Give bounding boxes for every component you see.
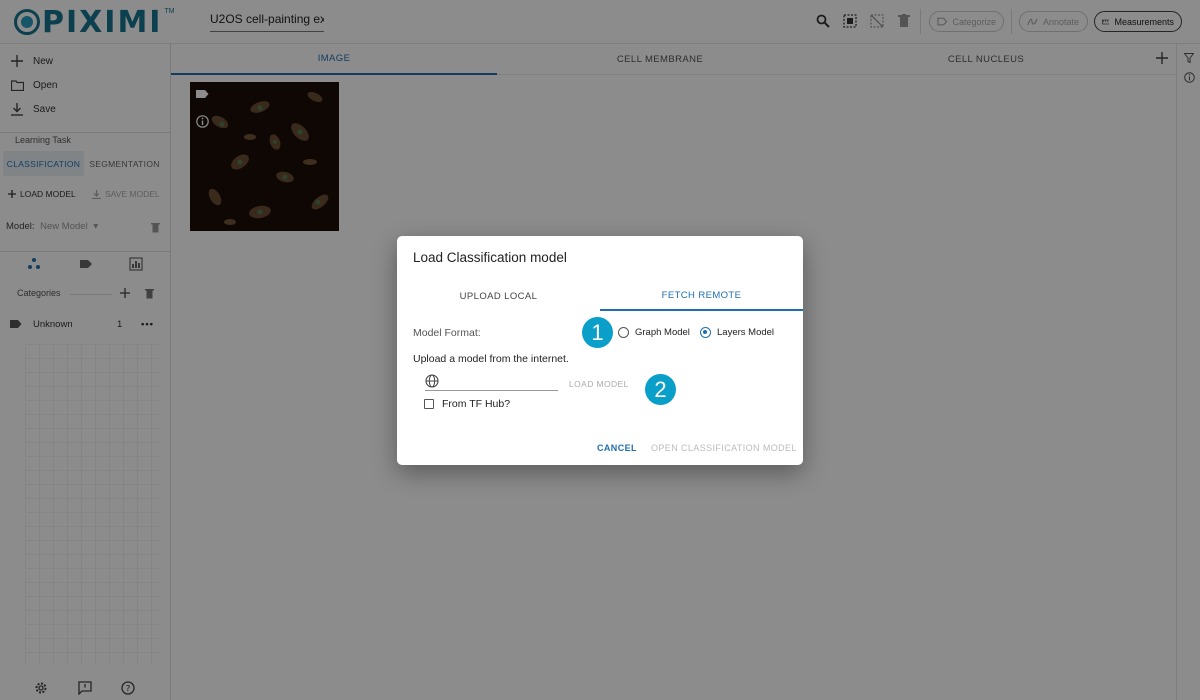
tab-fetch-remote[interactable]: FETCH REMOTE (600, 282, 803, 311)
tab-upload-local[interactable]: UPLOAD LOCAL (397, 282, 600, 311)
model-url-input[interactable] (425, 374, 558, 391)
radio-circle-selected (700, 327, 711, 338)
checkbox-box (424, 399, 434, 409)
upload-instructions: Upload a model from the internet. (413, 353, 569, 365)
step-badge-1: 1 (582, 317, 613, 348)
radio-layers-model[interactable]: Layers Model (700, 327, 774, 338)
radio-circle (618, 327, 629, 338)
dialog-title: Load Classification model (413, 250, 567, 265)
graph-model-label: Graph Model (635, 327, 690, 338)
tf-hub-label: From TF Hub? (442, 398, 511, 410)
tf-hub-checkbox[interactable]: From TF Hub? (424, 398, 510, 410)
open-classification-model-button[interactable]: OPEN CLASSIFICATION MODEL (651, 443, 797, 453)
load-model-url-button[interactable]: LOAD MODEL (569, 379, 629, 389)
cancel-button[interactable]: CANCEL (597, 443, 637, 453)
step-badge-2: 2 (645, 374, 676, 405)
model-format-label: Model Format: (413, 327, 481, 339)
load-model-dialog: Load Classification model UPLOAD LOCAL F… (397, 236, 803, 465)
radio-graph-model[interactable]: Graph Model (618, 327, 690, 338)
layers-model-label: Layers Model (717, 327, 775, 338)
